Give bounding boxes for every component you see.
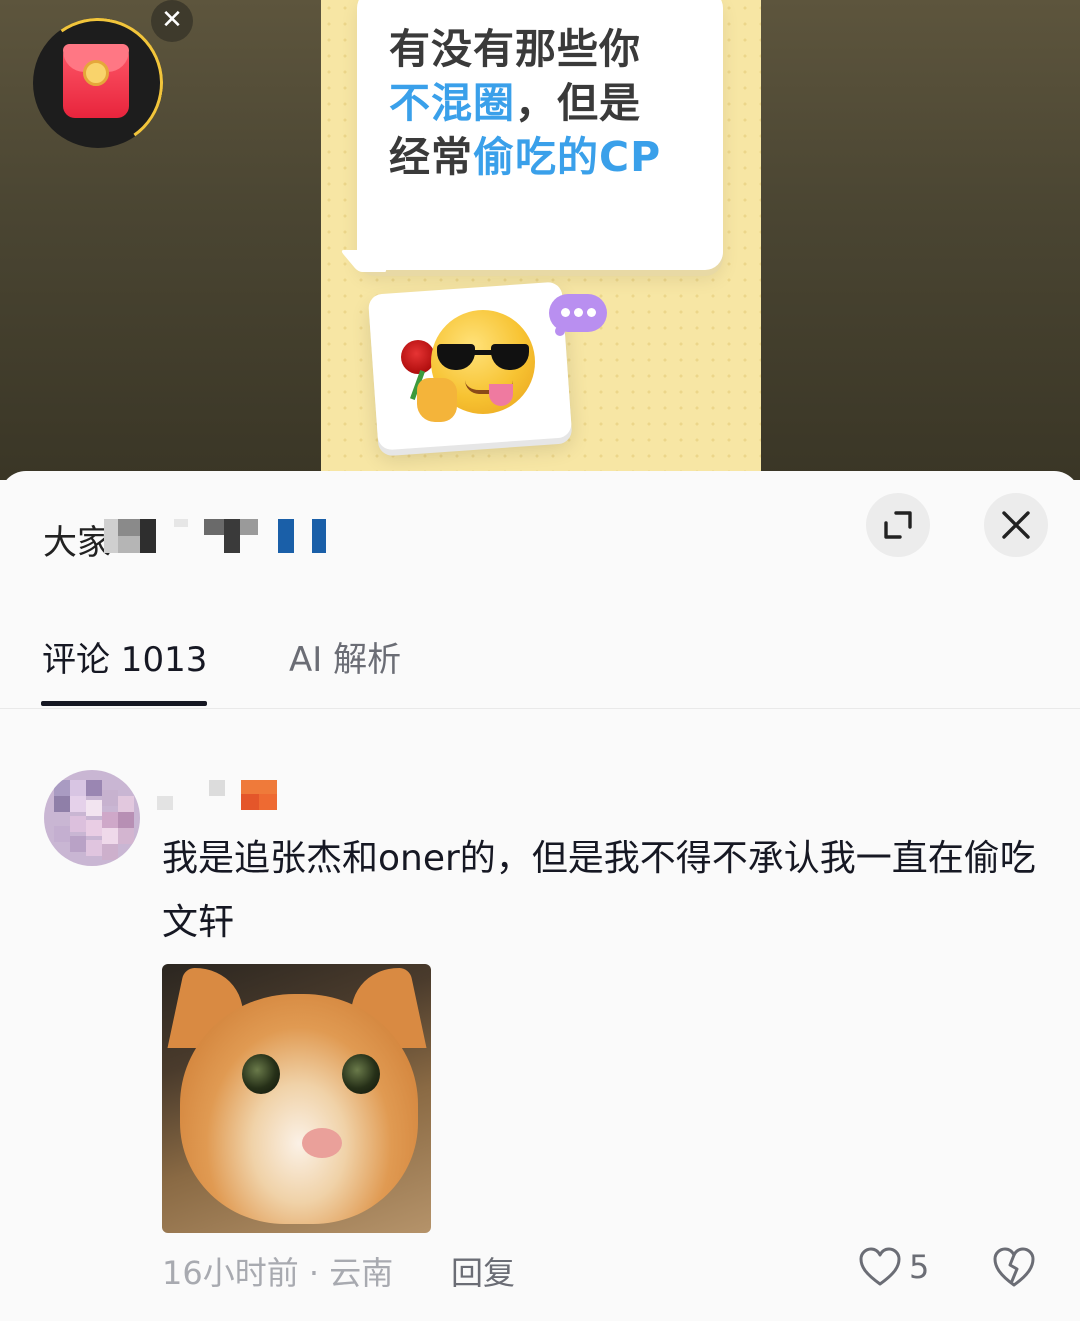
cat-face: [180, 994, 418, 1224]
reply-button[interactable]: 回复: [451, 1248, 515, 1294]
red-envelope-icon: [63, 44, 129, 118]
poster-line-3-prefix: 经常: [389, 133, 473, 181]
broken-heart-icon[interactable]: [991, 1245, 1037, 1289]
chat-dots-icon: [549, 294, 607, 336]
tab-comments[interactable]: 评论 1013: [42, 632, 207, 681]
panel-title-mosaic: [104, 519, 344, 553]
close-icon: [1002, 511, 1030, 539]
poster-speech-bubble: 有没有那些你 不混圈，但是 经常偷吃的CP: [339, 0, 723, 272]
close-panel-button[interactable]: [984, 493, 1048, 557]
poster-highlight-2: 偷吃的CP: [473, 133, 662, 181]
red-envelope-widget[interactable]: [22, 7, 174, 159]
comment-text: 我是追张杰和oner的，但是我不得不承认我一直在偷吃文轩: [162, 838, 1036, 943]
like-count: 5: [909, 1248, 930, 1286]
video-poster: 有没有那些你 不混圈，但是 经常偷吃的CP: [321, 0, 761, 480]
poster-line-2-rest: ，但是: [515, 79, 641, 127]
active-tab-indicator: [41, 701, 207, 706]
video-area[interactable]: 有没有那些你 不混圈，但是 经常偷吃的CP ✕: [0, 0, 1080, 480]
poster-highlight-1: 不混圈: [389, 79, 515, 127]
close-widget-button[interactable]: ✕: [151, 0, 193, 42]
comment-panel: 大家 评论 1013 AI 解析 我是追张杰和oner的，但是我不得不承认我一直…: [0, 471, 1080, 1321]
tab-ai-analysis[interactable]: AI 解析: [289, 632, 401, 681]
poster-line-3: 经常偷吃的CP: [389, 130, 709, 184]
comment-image[interactable]: [162, 964, 431, 1233]
avatar[interactable]: [44, 770, 140, 866]
expand-icon: [884, 511, 912, 539]
poster-line-1: 有没有那些你: [389, 25, 641, 73]
tab-bar: 评论 1013 AI 解析: [0, 616, 1080, 709]
heart-icon[interactable]: [858, 1246, 902, 1288]
poster-line-2: 不混圈，但是: [389, 76, 709, 130]
thumbs-hand-icon: [417, 378, 457, 422]
poster-text: 有没有那些你 不混圈，但是 经常偷吃的CP: [389, 22, 709, 184]
comment-time-location: 16小时前 · 云南: [162, 1254, 394, 1292]
rose-icon: [401, 340, 435, 374]
comment-username[interactable]: [157, 776, 287, 816]
panel-title: 大家: [43, 523, 111, 563]
expand-button[interactable]: [866, 493, 930, 557]
